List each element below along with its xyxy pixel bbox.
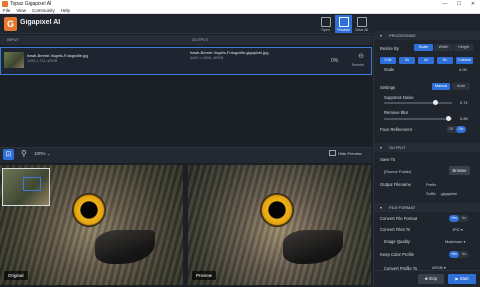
window-controls: — ☐ ✕: [438, 0, 480, 8]
progress-percent: 0%: [331, 58, 339, 64]
split-view-icon[interactable]: ⊡: [3, 149, 14, 160]
zoom-icon[interactable]: ⚲: [21, 149, 27, 158]
suppress-noise-slider[interactable]: [384, 102, 452, 104]
file-format-header[interactable]: ▾ FILE FORMAT: [374, 203, 480, 212]
column-output: OUTPUT: [192, 37, 209, 42]
resize-height-option[interactable]: Height: [454, 44, 473, 51]
hide-preview-button[interactable]: Hide Preview: [338, 151, 362, 156]
preview-icon: [338, 17, 349, 27]
input-filename: hawk-Bernie-Vogels-Fotografie.jpg: [27, 53, 89, 58]
menu-view[interactable]: View: [13, 8, 29, 13]
suppress-noise-value: 0.71: [460, 100, 468, 105]
scale-0-5x-option[interactable]: 0.5x: [380, 57, 396, 64]
folder-icon: [320, 17, 331, 27]
resize-scale-option[interactable]: Scale: [414, 44, 433, 51]
chevron-down-icon: ⌄: [46, 151, 51, 156]
face-refinement-toggle[interactable]: Off On: [446, 126, 466, 133]
convert-format-label: Convert File Format: [380, 216, 417, 221]
bird-eye: [260, 193, 294, 227]
app-icon: [2, 1, 8, 7]
bird-eye: [72, 193, 106, 227]
settings-label: Settings: [380, 85, 396, 90]
menu-file[interactable]: File: [0, 8, 13, 13]
chevron-down-icon: ▾: [463, 239, 466, 244]
app-name: Gigapixel AI: [20, 19, 61, 26]
save-to-label: Save To: [380, 157, 396, 162]
convert-format-toggle[interactable]: Yes No: [449, 215, 469, 222]
chevron-down-icon: ▾: [460, 227, 463, 232]
remove-blur-slider[interactable]: [384, 118, 452, 120]
face-refinement-label: Face Refinement: [380, 127, 412, 132]
scale-custom-option[interactable]: Custom: [456, 57, 473, 64]
output-meta: 4400 x 2844, sRGB: [190, 56, 224, 60]
output-header[interactable]: ▾ OUTPUT: [374, 143, 480, 152]
hide-preview-icon[interactable]: [329, 150, 336, 156]
close-window-button[interactable]: ✕: [466, 0, 480, 8]
original-label: Original: [4, 271, 28, 280]
image-quality-label: Image Quality: [384, 239, 410, 244]
navigator-minimap[interactable]: [2, 168, 50, 206]
scale-label: Scale: [384, 67, 395, 72]
enhanced-preview[interactable]: [188, 165, 371, 285]
view-toolbar: [0, 147, 372, 163]
processing-header[interactable]: ▾ PROCESSING: [374, 31, 480, 40]
stop-button[interactable]: ■ Stop: [418, 274, 444, 284]
remove-blur-value: 0.89: [460, 116, 468, 121]
scale-2x-option[interactable]: 2x: [399, 57, 415, 64]
scale-4x-option[interactable]: 4x: [418, 57, 434, 64]
open-button[interactable]: Open: [317, 15, 334, 33]
input-meta: 1100 x 711, sRGB: [27, 59, 58, 63]
play-icon: ▶: [455, 276, 459, 281]
prefix-label: Prefix: [426, 182, 437, 187]
file-table-header: INPUT OUTPUT: [0, 35, 372, 45]
browse-button[interactable]: Browse: [449, 166, 470, 175]
menu-community[interactable]: Community: [29, 8, 58, 13]
maximize-button[interactable]: ☐: [452, 0, 466, 8]
pane-divider[interactable]: [183, 165, 188, 285]
output-filename: hawk-Bernie-Vogels-Fotografie-gigapixel.…: [190, 50, 269, 55]
suppress-noise-label: Suppress Noise: [384, 95, 414, 100]
save-to-field[interactable]: [Source Folder]: [384, 169, 411, 174]
chevron-down-icon: ▾: [380, 33, 383, 38]
keep-profile-label: Keep Color Profile: [380, 252, 414, 257]
resize-by-label: Resize By: [380, 46, 399, 51]
suffix-input[interactable]: -gigapixel: [440, 191, 457, 196]
chevron-down-icon: ▾: [380, 145, 383, 150]
menu-help[interactable]: Help: [58, 8, 73, 13]
image-quality-select[interactable]: Maximum ▾: [445, 239, 465, 244]
remove-blur-label: Remove Blur: [384, 110, 409, 115]
scale-value[interactable]: 4.00: [459, 67, 467, 72]
preview-label: Preview: [192, 271, 217, 280]
suffix-label: Suffix: [426, 191, 436, 196]
remove-icon[interactable]: ⊖: [356, 53, 366, 61]
keep-profile-toggle[interactable]: Yes No: [449, 251, 469, 258]
settings-manual-option[interactable]: Manual: [432, 83, 450, 90]
remove-label[interactable]: Remove: [352, 63, 364, 67]
column-input: INPUT: [7, 37, 19, 42]
start-button[interactable]: ▶ Start: [448, 274, 476, 284]
zoom-select[interactable]: 100% ⌄: [34, 151, 51, 157]
settings-auto-option[interactable]: Auto: [452, 83, 470, 90]
logo: G: [4, 17, 17, 31]
minimize-button[interactable]: —: [438, 0, 452, 8]
window-title: Topaz Gigapixel AI: [10, 1, 52, 7]
scale-6x-option[interactable]: 6x: [437, 57, 453, 64]
convert-to-label: Convert Files To: [380, 227, 411, 232]
stop-icon: ■: [424, 276, 428, 281]
remove-blur-handle[interactable]: [446, 116, 451, 121]
preview-button[interactable]: Preview: [335, 15, 352, 33]
suppress-noise-handle[interactable]: [433, 100, 438, 105]
input-thumbnail: [4, 52, 24, 68]
chevron-down-icon: ▾: [380, 205, 383, 210]
convert-to-select[interactable]: JPG ▾: [452, 227, 463, 232]
file-list-empty-area: [0, 76, 372, 147]
output-filename-label: Output Filename: [380, 182, 411, 187]
clear-all-button[interactable]: Clear All: [353, 15, 370, 33]
clear-icon: [356, 17, 367, 27]
window-title-bar: Topaz Gigapixel AI: [0, 0, 480, 8]
navigator-selection[interactable]: [23, 177, 41, 191]
resize-width-option[interactable]: Width: [434, 44, 453, 51]
